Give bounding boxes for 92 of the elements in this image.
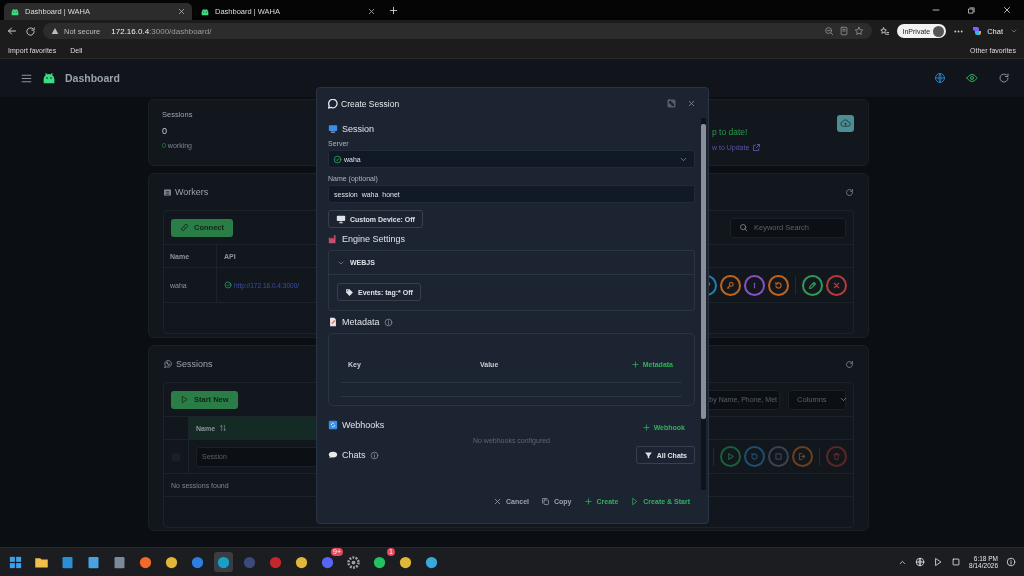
- document-icon: [328, 317, 338, 327]
- section-heading: Chats: [342, 450, 366, 460]
- caret-icon: [1010, 27, 1018, 35]
- tag-icon: [345, 287, 354, 297]
- close-icon[interactable]: [177, 7, 186, 16]
- app-title: Dashboard: [65, 72, 120, 84]
- factory-icon: [328, 234, 338, 244]
- x-icon: [493, 497, 503, 506]
- card-title: Workers: [175, 187, 209, 197]
- pencil-icon: [808, 280, 817, 290]
- app-icon[interactable]: [190, 554, 205, 570]
- app-icon[interactable]: [372, 554, 387, 570]
- info-icon[interactable]: [369, 450, 379, 460]
- gear-icon[interactable]: [346, 554, 361, 570]
- star-icon[interactable]: [853, 26, 864, 36]
- app-icon[interactable]: [320, 554, 335, 570]
- favicon-icon: [10, 6, 20, 17]
- key-icon: [726, 280, 735, 290]
- warning-icon: [51, 27, 59, 35]
- filter-icon: [643, 450, 653, 460]
- chat-icon: [328, 98, 338, 109]
- cloud-upload-icon: [840, 118, 851, 129]
- chat-icon: [163, 359, 173, 369]
- restart-button[interactable]: [768, 274, 789, 296]
- section-heading: Metadata: [342, 317, 380, 327]
- speech-bubble-icon: [328, 450, 338, 460]
- delete-button[interactable]: [826, 274, 847, 296]
- section-heading: Engine Settings: [342, 234, 406, 244]
- play-icon: [180, 395, 189, 404]
- restart-button[interactable]: [744, 446, 765, 467]
- key-button[interactable]: [720, 274, 741, 296]
- card-title: Sessions: [176, 359, 213, 369]
- eye-icon[interactable]: [966, 72, 978, 84]
- windows-logo-icon[interactable]: [8, 554, 23, 570]
- scrollbar[interactable]: [701, 118, 706, 490]
- x-icon: [832, 280, 841, 290]
- refresh-icon[interactable]: [998, 72, 1010, 84]
- close-icon[interactable]: [367, 7, 376, 16]
- section-heading: Session: [342, 124, 375, 134]
- edit-button[interactable]: [802, 274, 823, 296]
- chat-logo-icon: [971, 25, 984, 37]
- search-icon: [739, 223, 748, 232]
- stat-value: 0: [162, 126, 168, 136]
- app-icon[interactable]: [60, 554, 75, 570]
- link-icon: [180, 223, 189, 232]
- play-icon: [726, 452, 735, 461]
- app-icon[interactable]: [86, 554, 101, 570]
- app-icon[interactable]: [164, 554, 179, 570]
- app-icon[interactable]: [138, 554, 153, 570]
- dialog-title: Create Session: [341, 98, 400, 109]
- app-icon[interactable]: [112, 554, 127, 570]
- restart-icon: [750, 452, 759, 461]
- url-text: 172.16.0.4:3000/dashboard/: [111, 26, 212, 36]
- trash-icon: [832, 452, 841, 461]
- favorites-icon[interactable]: [878, 25, 890, 37]
- play-icon: [630, 497, 640, 506]
- back-icon[interactable]: [6, 25, 18, 37]
- copy-icon: [541, 497, 550, 506]
- zoom-icon[interactable]: [823, 26, 834, 36]
- list-icon: [163, 187, 172, 197]
- restart-icon: [774, 280, 783, 290]
- section-heading: Webhooks: [342, 419, 385, 430]
- favicon-icon: [200, 6, 210, 17]
- app-icon[interactable]: [424, 554, 439, 570]
- plus-icon: [583, 497, 593, 506]
- logo-icon: [41, 70, 57, 86]
- plus-icon: [641, 423, 651, 432]
- app-icon[interactable]: [398, 554, 413, 570]
- stop-icon: [774, 452, 783, 461]
- computer-icon: [328, 124, 338, 134]
- update-button[interactable]: [837, 115, 854, 132]
- reader-icon[interactable]: [838, 26, 849, 36]
- new-tab-icon[interactable]: [388, 4, 399, 16]
- language-icon[interactable]: [934, 72, 946, 84]
- update-status: p to date!: [712, 127, 749, 137]
- app-icon[interactable]: [294, 554, 309, 570]
- restore-icon[interactable]: [967, 5, 976, 15]
- reload-icon[interactable]: [25, 25, 36, 37]
- logout-icon: [798, 452, 807, 461]
- caret-icon: [838, 395, 848, 404]
- maximize-icon[interactable]: [667, 99, 676, 108]
- avatar-icon: [933, 25, 945, 37]
- sort-icon: [219, 424, 228, 432]
- info-button[interactable]: [744, 274, 765, 296]
- monitor-icon: [336, 214, 346, 224]
- refresh-icon[interactable]: [845, 359, 854, 369]
- close-icon[interactable]: [1002, 5, 1012, 15]
- plus-icon: [630, 359, 640, 369]
- info-icon[interactable]: [383, 317, 393, 327]
- refresh-icon[interactable]: [845, 187, 854, 197]
- external-link-icon: [752, 143, 762, 152]
- webhook-icon: [328, 419, 338, 430]
